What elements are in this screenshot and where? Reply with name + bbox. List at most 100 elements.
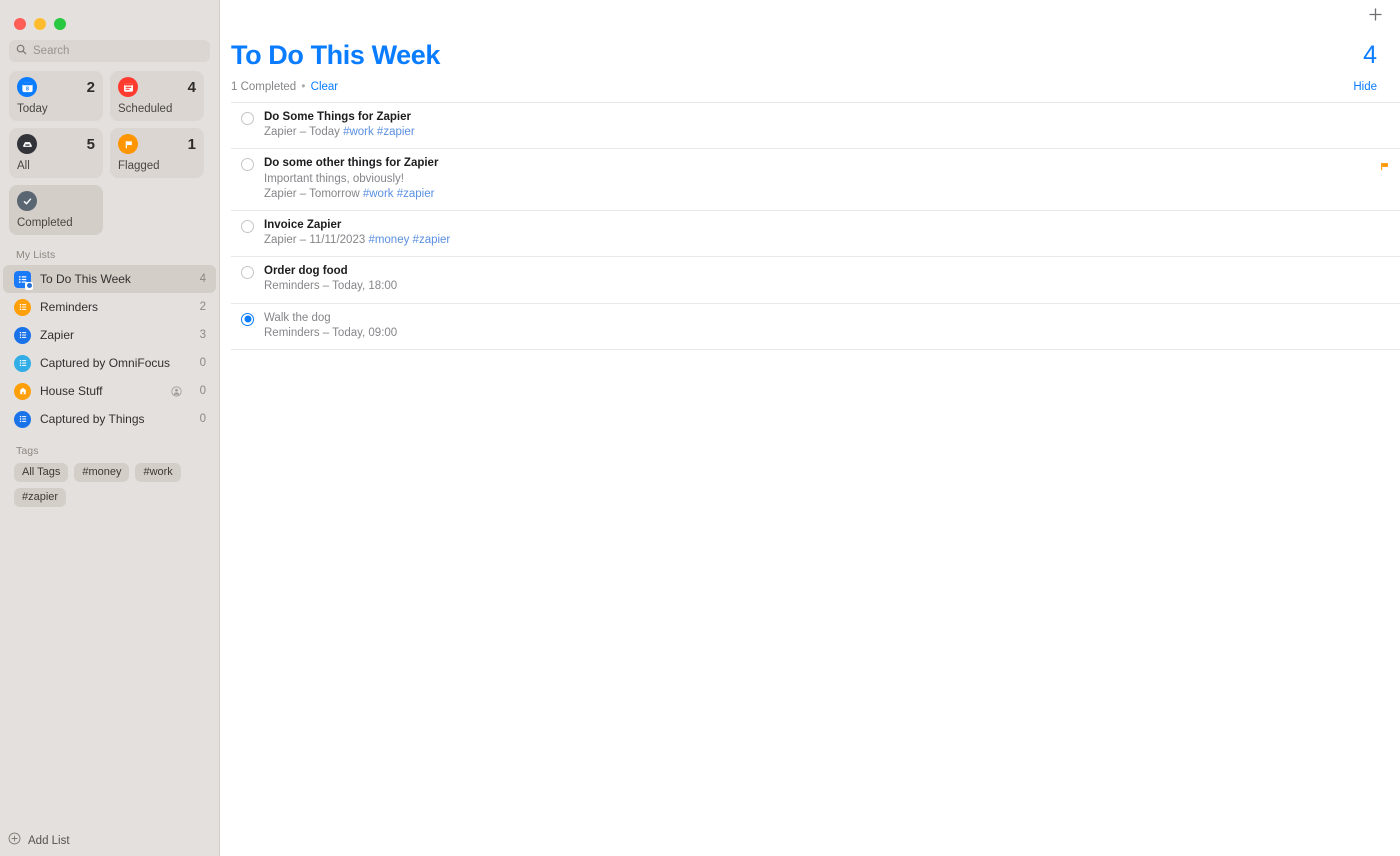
sidebar-item-captured-by-omnifocus[interactable]: Captured by OmniFocus 0 [3,349,216,377]
task-checkbox[interactable] [241,266,254,280]
smart-list-all[interactable]: 5 All [9,128,103,178]
sidebar-item-count: 3 [199,329,206,341]
list-item-count: 4 [1363,41,1377,69]
sidebar-item-label: Reminders [40,300,99,314]
flag-icon[interactable] [1379,159,1390,177]
task-source: Reminders – Today, 09:00 [264,326,398,339]
task-source: Zapier – Today [264,126,344,139]
smart-list-today[interactable]: 8 2 Today [9,71,103,121]
calendar-icon [118,77,138,97]
task-checkbox[interactable] [241,112,254,126]
sidebar-item-zapier[interactable]: Zapier 3 [3,321,216,349]
task-metadata: Zapier – 11/11/2023 #money #zapier [264,233,1384,248]
main-content: To Do This Week 4 1 Completed • Clear Hi… [220,0,1400,856]
checkmark-icon [17,191,37,211]
smart-list-count: 2 [86,78,95,96]
hide-button[interactable]: Hide [1353,81,1384,93]
smart-list-count: 1 [187,135,196,153]
smart-list-flagged[interactable]: 1 Flagged [110,128,204,178]
plus-circle-icon [8,832,21,850]
sidebar-item-label: House Stuff [40,384,103,398]
table-row[interactable]: Do some other things for Zapier Importan… [231,148,1400,210]
task-title: Order dog food [264,265,348,278]
sidebar-item-count: 0 [199,385,206,397]
add-list-label: Add List [28,834,70,847]
completed-summary: 1 Completed • Clear [231,81,338,93]
smart-list-count: 4 [187,78,196,96]
sidebar-item-count: 0 [199,413,206,425]
plus-icon [1368,7,1383,27]
table-row[interactable]: Order dog food Reminders – Today, 18:00 [231,256,1400,302]
calendar-today-icon: 8 [17,77,37,97]
task-body: Walk the dog Reminders – Today, 09:00 [264,311,1384,341]
tags-container: All Tags #money #work #zapier [0,461,219,507]
task-body: Do Some Things for Zapier Zapier – Today… [264,110,1384,140]
task-tags: #work #zapier [343,126,415,139]
add-reminder-button[interactable] [1364,6,1386,28]
list-icon [14,410,31,428]
tag-work[interactable]: #work [135,463,181,482]
svg-text:8: 8 [26,86,29,92]
my-lists-container: To Do This Week 4 Reminders 2 Zapier 3 C… [0,265,219,433]
sidebar-item-label: Captured by OmniFocus [40,356,171,370]
zoom-button[interactable] [54,18,66,30]
sidebar-item-to-do-this-week[interactable]: To Do This Week 4 [3,265,216,293]
tag-all-tags[interactable]: All Tags [14,463,69,482]
smart-list-count: 5 [86,135,95,153]
page-title: To Do This Week [231,40,441,70]
search-input[interactable] [33,45,203,57]
sidebar-item-house-stuff[interactable]: House Stuff 0 [3,377,216,405]
sidebar: 8 2 Today [0,0,220,856]
table-row[interactable]: Walk the dog Reminders – Today, 09:00 [231,302,1400,350]
task-source: Zapier – 11/11/2023 [264,234,369,247]
tags-header: Tags [16,445,39,457]
task-metadata: Zapier – Today #work #zapier [264,125,1384,140]
smart-list-label: Today [17,103,48,115]
smart-list-scheduled[interactable]: 4 Scheduled [110,71,204,121]
task-checkbox[interactable] [241,158,254,172]
task-tags: #money #zapier [368,234,451,247]
smart-list-label: Completed [17,217,73,229]
shared-person-icon [171,385,182,397]
task-metadata: Zapier – Tomorrow #work #zapier [264,187,1384,202]
smart-list-label: Flagged [118,160,160,172]
minimize-button[interactable] [34,18,46,30]
sidebar-item-count: 4 [199,273,206,285]
smart-list-label: Scheduled [118,103,173,115]
task-title: Do Some Things for Zapier [264,111,411,124]
task-source: Reminders – Today, 18:00 [264,280,398,293]
list-icon [14,298,31,316]
sidebar-item-label: Zapier [40,328,75,342]
close-button[interactable] [14,18,26,30]
main-toolbar [220,0,1400,34]
tag-money[interactable]: #money [74,463,130,482]
sidebar-item-label: Captured by Things [40,412,145,426]
smart-lists-grid: 8 2 Today 4 Scheduled 5 All 1 Flagged Co… [0,62,219,235]
reminders-app-window: 8 2 Today [0,0,1400,856]
task-checkbox[interactable] [241,312,254,326]
sidebar-item-count: 0 [199,357,206,369]
clear-button[interactable]: Clear [311,81,338,93]
search-icon [16,42,27,60]
smart-list-completed[interactable]: Completed [9,185,103,235]
tag-zapier[interactable]: #zapier [14,488,67,507]
table-row[interactable]: Do Some Things for Zapier Zapier – Today… [231,102,1400,148]
table-row[interactable]: Invoice Zapier Zapier – 11/11/2023 #mone… [231,209,1400,256]
task-metadata: Reminders – Today, 09:00 [264,326,1384,341]
smart-list-label: All [17,160,30,172]
task-checkbox[interactable] [241,219,254,233]
add-list-button[interactable]: Add List [0,825,219,856]
sidebar-item-label: To Do This Week [40,272,131,286]
flag-icon [118,134,138,154]
inbox-tray-icon [17,134,37,154]
search-box[interactable] [9,40,210,62]
task-title: Do some other things for Zapier [264,157,439,170]
sidebar-item-reminders[interactable]: Reminders 2 [3,293,216,321]
task-body: Do some other things for Zapier Importan… [264,156,1384,202]
task-source: Zapier – Tomorrow [264,187,363,200]
window-traffic-lights [0,0,219,34]
list-icon [14,326,31,344]
sidebar-item-captured-by-things[interactable]: Captured by Things 0 [3,405,216,433]
list-icon [14,354,31,372]
